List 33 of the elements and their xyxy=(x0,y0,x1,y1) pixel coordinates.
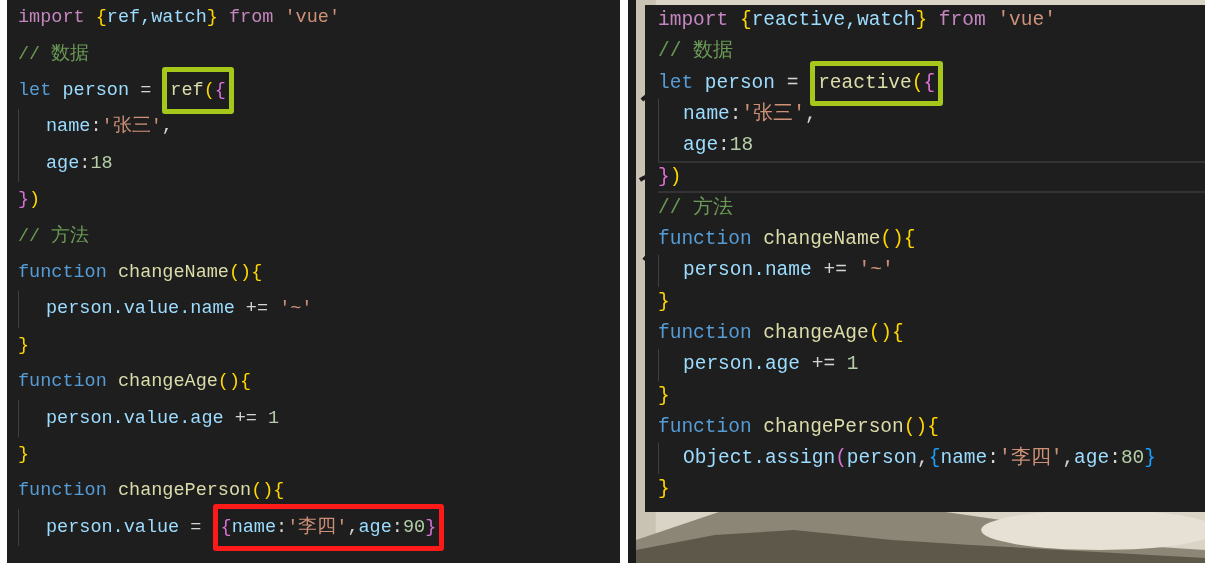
code-text: // 数据 xyxy=(18,42,90,67)
code-text: name:'张三', xyxy=(46,114,173,140)
code-text: function changePerson(){ xyxy=(658,414,939,440)
code-text: let person = xyxy=(18,79,153,104)
code-text: } xyxy=(658,289,670,315)
code-text: person.age += 1 xyxy=(683,352,859,378)
code-text: function changeName(){ xyxy=(658,227,916,253)
code-text: person.value.name += '~' xyxy=(46,297,313,322)
code-text: // 数据 xyxy=(658,39,734,65)
code-text: person.value.age += 1 xyxy=(46,406,280,431)
code-text: } xyxy=(658,383,670,409)
code-text: import {reactive,watch} from 'vue' xyxy=(658,8,1056,33)
code-text: import {ref,watch} from 'vue' xyxy=(18,6,340,31)
code-text: function changeAge(){ xyxy=(658,321,904,346)
code-text: person.name += '~' xyxy=(683,258,894,284)
highlight-box: ref({ xyxy=(162,67,234,115)
highlight-box: {name:'李四',age:90} xyxy=(212,504,445,552)
code-text: } xyxy=(18,443,30,467)
code-text: } xyxy=(18,333,30,358)
code-text: age:18 xyxy=(683,133,754,159)
code-text: Object.assign(person,{name:'李四',age:80} xyxy=(683,445,1156,472)
code-text: }) xyxy=(658,164,682,190)
code-text: let person = xyxy=(658,70,800,96)
code-text: function changePerson(){ xyxy=(18,479,285,504)
code-text: // 方法 xyxy=(658,195,734,221)
code-text: // 方法 xyxy=(18,224,90,249)
highlight-box: reactive({ xyxy=(810,60,944,106)
code-text: function changeName(){ xyxy=(18,261,263,286)
code-text: person.value = xyxy=(46,515,203,540)
code-text: function changeAge(){ xyxy=(18,370,252,395)
code-text: age:18 xyxy=(46,151,113,176)
code-text: } xyxy=(658,477,670,503)
code-text: }) xyxy=(18,188,41,213)
